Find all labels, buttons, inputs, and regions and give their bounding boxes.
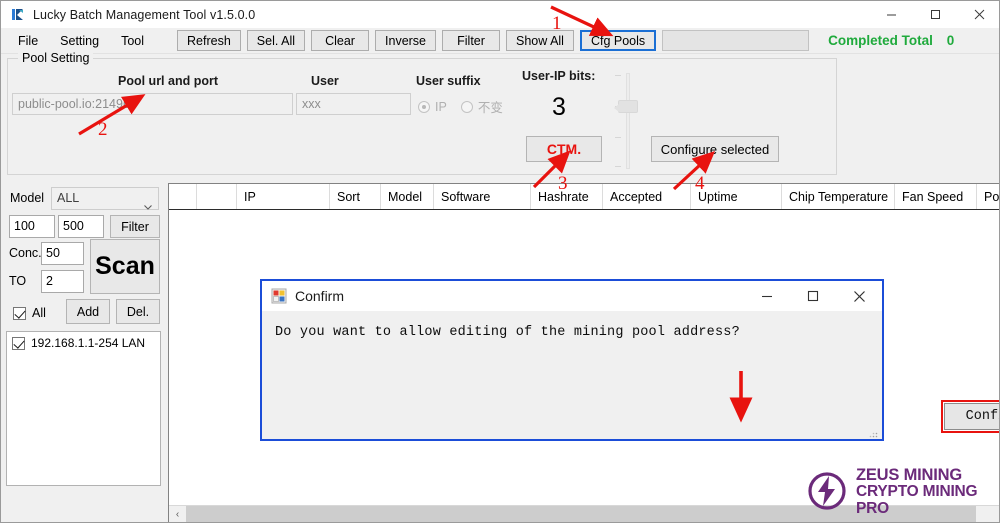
dialog-confirm-button[interactable]: Confirm — [944, 403, 1000, 430]
cfg-pools-button[interactable]: Cfg Pools — [580, 30, 656, 51]
radio-ip-label: IP — [435, 100, 447, 114]
grid-column-header[interactable]: Accepted — [603, 184, 691, 209]
dialog-window-controls — [744, 281, 882, 311]
user-suffix-radio-group[interactable]: IP 不变 — [418, 97, 503, 116]
menu-toolbar-row: File Setting Tool Refresh Sel. All Clear… — [1, 28, 1000, 54]
toolbar-textbox[interactable] — [662, 30, 809, 51]
to-input[interactable]: 2 — [41, 270, 84, 293]
grid-column-header[interactable]: Power — [977, 184, 1000, 209]
menu-item-setting[interactable]: Setting — [51, 31, 108, 51]
user-ip-bits-slider[interactable] — [606, 69, 644, 173]
pool-url-label: Pool url and port — [118, 74, 218, 88]
grid-column-header[interactable]: Chip Temperature — [782, 184, 895, 209]
select-all-button[interactable]: Sel. All — [247, 30, 305, 51]
network-range-listbox[interactable]: 192.168.1.1-254 LAN — [6, 331, 161, 486]
window-title: Lucky Batch Management Tool v1.5.0.0 — [33, 8, 255, 22]
dialog-title-bar: Confirm — [262, 281, 882, 311]
slider-tick — [615, 75, 621, 76]
pool-url-input[interactable]: public-pool.io:21496 — [12, 93, 293, 115]
list-item-label: 192.168.1.1-254 LAN — [31, 336, 145, 350]
slider-track — [626, 73, 630, 169]
model-value: ALL — [57, 191, 79, 205]
dialog-message: Do you want to allow editing of the mini… — [275, 325, 740, 340]
user-input[interactable]: xxx — [296, 93, 411, 115]
pool-setting-title: Pool Setting — [18, 51, 93, 65]
grid-column-header[interactable] — [197, 184, 237, 209]
window-controls — [869, 1, 1000, 28]
close-button[interactable] — [957, 1, 1000, 28]
user-suffix-label: User suffix — [416, 74, 481, 88]
user-ip-bits-label: User-IP bits: — [522, 69, 595, 83]
app-logo-icon — [10, 7, 26, 23]
slider-tick — [615, 137, 621, 138]
menu-item-file[interactable]: File — [9, 31, 47, 51]
clear-button[interactable]: Clear — [311, 30, 369, 51]
winforms-icon — [271, 288, 287, 304]
conc-input[interactable]: 50 — [41, 242, 84, 265]
show-all-button[interactable]: Show All — [506, 30, 574, 51]
completed-total-label: Completed Total — [828, 33, 933, 48]
radio-unchanged-label: 不变 — [478, 97, 503, 116]
grid-column-header[interactable]: Fan Speed — [895, 184, 977, 209]
all-checkbox[interactable]: All — [13, 306, 46, 320]
grid-column-header[interactable]: Hashrate — [531, 184, 603, 209]
refresh-button[interactable]: Refresh — [177, 30, 241, 51]
add-button[interactable]: Add — [66, 299, 110, 324]
dialog-title: Confirm — [295, 288, 344, 304]
grid-column-header[interactable]: Software — [434, 184, 531, 209]
to-label: TO — [9, 274, 26, 288]
minimize-button[interactable] — [869, 1, 913, 28]
conc-label: Conc. — [9, 246, 42, 260]
application-window: Lucky Batch Management Tool v1.5.0.0 Fil… — [0, 0, 1000, 523]
del-button[interactable]: Del. — [116, 299, 160, 324]
range-to-input[interactable]: 500 — [58, 215, 104, 238]
filter-range-button[interactable]: Filter — [110, 215, 160, 238]
completed-total-status: Completed Total 0 — [828, 33, 954, 48]
user-label: User — [311, 74, 339, 88]
radio-unchanged-icon[interactable] — [461, 101, 473, 113]
slider-thumb[interactable] — [618, 100, 638, 113]
resize-grip-icon[interactable] — [869, 427, 878, 436]
slider-tick — [615, 166, 621, 167]
maximize-button[interactable] — [913, 1, 957, 28]
inverse-button[interactable]: Inverse — [375, 30, 436, 51]
completed-total-value: 0 — [947, 33, 955, 48]
configure-selected-button[interactable]: Configure selected — [651, 136, 779, 162]
list-item[interactable]: 192.168.1.1-254 LAN — [7, 332, 160, 350]
menu-item-tool[interactable]: Tool — [112, 31, 153, 51]
grid-column-header[interactable]: Sort — [330, 184, 381, 209]
grid-horizontal-scrollbar[interactable]: ‹ — [169, 505, 1000, 523]
checkbox-checked-icon[interactable] — [13, 307, 26, 320]
grid-column-header[interactable]: IP — [237, 184, 330, 209]
radio-ip-icon[interactable] — [418, 101, 430, 113]
title-bar: Lucky Batch Management Tool v1.5.0.0 — [1, 1, 1000, 28]
model-combobox[interactable]: ALL — [51, 187, 159, 210]
user-ip-bits-value: 3 — [552, 93, 566, 122]
checkbox-checked-icon[interactable] — [12, 337, 25, 350]
scan-button[interactable]: Scan — [90, 239, 160, 294]
filter-button[interactable]: Filter — [442, 30, 500, 51]
all-checkbox-label: All — [32, 306, 46, 320]
model-label: Model — [10, 191, 44, 205]
grid-header-row: IPSortModelSoftwareHashrateAcceptedUptim… — [169, 184, 1000, 210]
dialog-close-button[interactable] — [836, 281, 882, 311]
grid-column-header[interactable] — [169, 184, 197, 209]
dialog-minimize-button[interactable] — [744, 281, 790, 311]
range-from-input[interactable]: 100 — [9, 215, 55, 238]
chevron-down-icon — [144, 196, 151, 200]
dialog-maximize-button[interactable] — [790, 281, 836, 311]
grid-column-header[interactable]: Model — [381, 184, 434, 209]
ctm-button[interactable]: CTM. — [526, 136, 602, 162]
scroll-left-arrow-icon[interactable]: ‹ — [169, 506, 186, 523]
grid-column-header[interactable]: Uptime — [691, 184, 782, 209]
scrollbar-thumb[interactable] — [186, 506, 976, 523]
confirm-dialog: Confirm Do you want to allow editing of … — [260, 279, 884, 441]
